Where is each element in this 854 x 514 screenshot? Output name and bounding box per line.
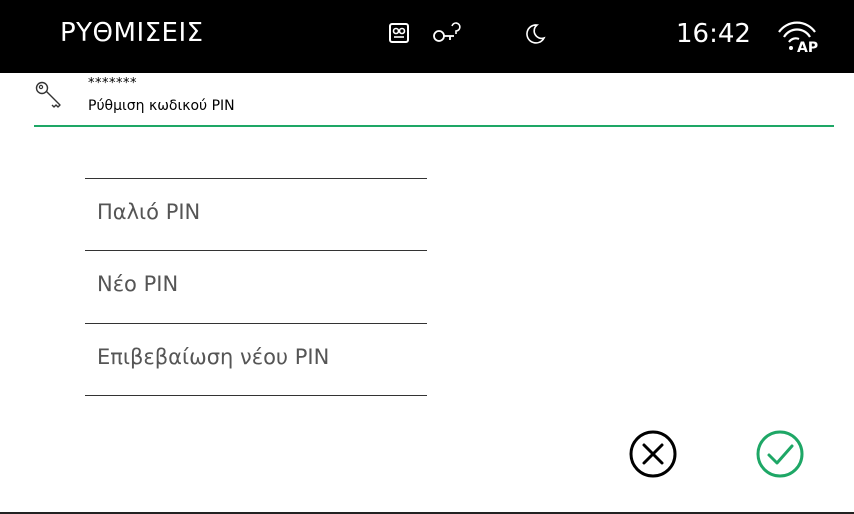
screen: ΡΥΘΜΙΣΕΙΣ 16:42 AP ******* Ρύθμιση κωδικ… bbox=[0, 0, 854, 514]
moon-icon bbox=[523, 22, 547, 51]
page-title: ΡΥΘΜΙΣΕΙΣ bbox=[60, 18, 204, 48]
status-bar: ΡΥΘΜΙΣΕΙΣ 16:42 AP bbox=[0, 0, 854, 73]
key-icon bbox=[34, 79, 66, 116]
new-pin-field[interactable]: Νέο PIN bbox=[85, 250, 427, 323]
old-pin-field[interactable]: Παλιό PIN bbox=[85, 178, 427, 251]
svg-text:AP: AP bbox=[797, 40, 818, 54]
confirm-new-pin-label: Επιβεβαίωση νέου PIN bbox=[97, 345, 330, 369]
new-pin-label: Νέο PIN bbox=[97, 272, 179, 296]
masked-pin-value: ******* bbox=[88, 76, 137, 91]
intercom-icon bbox=[388, 22, 410, 49]
key-lock-icon bbox=[432, 22, 462, 51]
confirm-button[interactable] bbox=[752, 426, 808, 482]
field-divider bbox=[85, 395, 427, 396]
old-pin-label: Παλιό PIN bbox=[97, 200, 201, 224]
setting-subtitle: Ρύθμιση κωδικού PIN bbox=[88, 98, 235, 114]
clock-time: 16:42 bbox=[676, 19, 751, 49]
wifi-ap-icon: AP bbox=[775, 18, 819, 59]
settings-header: ******* Ρύθμιση κωδικού PIN bbox=[34, 73, 834, 127]
cancel-button[interactable] bbox=[625, 426, 681, 482]
confirm-check-circle-icon bbox=[756, 430, 804, 478]
cancel-circle-icon bbox=[629, 430, 677, 478]
confirm-new-pin-field[interactable]: Επιβεβαίωση νέου PIN bbox=[85, 323, 427, 396]
